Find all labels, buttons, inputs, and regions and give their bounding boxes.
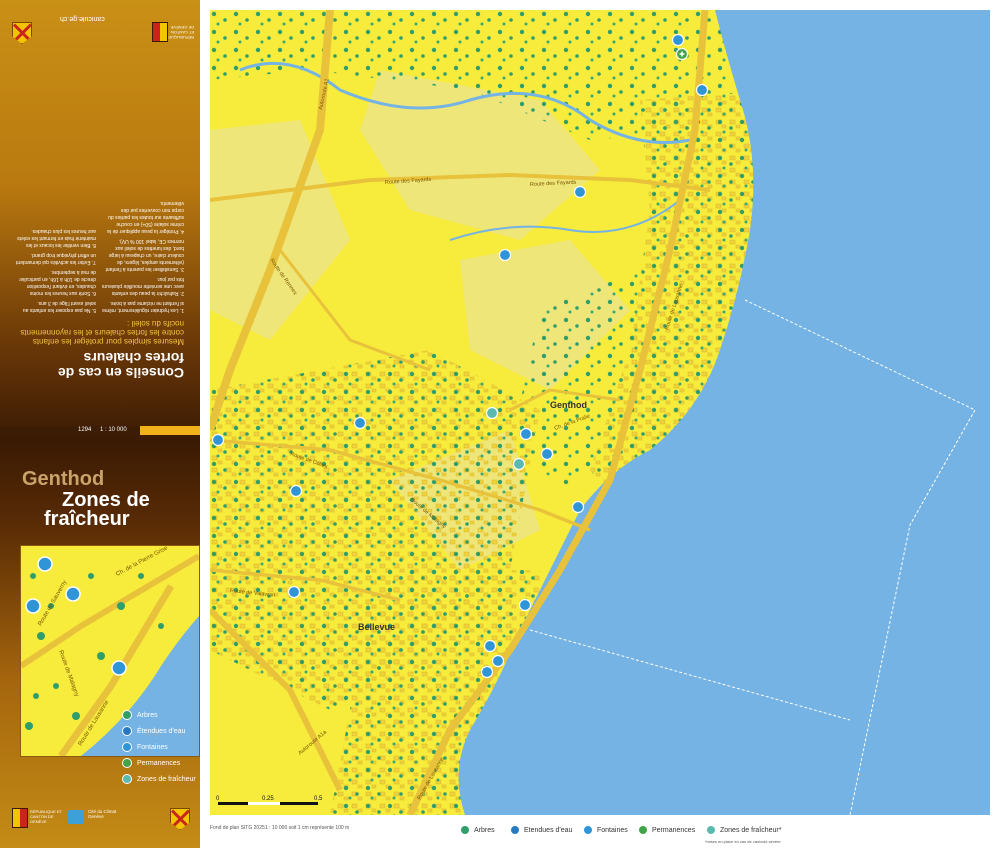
map-number: 1294	[78, 427, 92, 433]
advice-column-left: 1. Les hydrater régulièrement, même si l…	[102, 199, 184, 313]
cool-zone-icon[interactable]	[512, 457, 526, 471]
permanence-marker	[675, 47, 689, 61]
logo-text: RÉPUBLIQUE ET CANTON DE GENÈVE	[168, 25, 194, 40]
advice-item: 2. Rafraîchir la peau des enfants avec u…	[102, 276, 184, 296]
advice-block: Conseils en cas de fortes chaleurs Mesur…	[8, 150, 194, 381]
advice-subtitle: Mesures simples pour protéger les enfant…	[20, 319, 184, 346]
advice-item: 1. Les hydrater régulièrement, même si l…	[102, 300, 184, 313]
plus-cross-icon	[638, 825, 648, 835]
fountain-icon[interactable]	[498, 248, 512, 262]
map-svg: Autoroute A1 Route des Fayards Route de …	[210, 10, 990, 815]
main-title-line2: fraîcheur	[44, 508, 130, 530]
plus-cross-icon	[122, 758, 132, 768]
fountain-icon	[583, 825, 593, 835]
fountain-icon[interactable]	[211, 433, 225, 447]
legend-row-water: Étendues d'eau	[122, 726, 185, 736]
fountain-icon[interactable]	[573, 185, 587, 199]
advice-item: 7. Éviter les activités qui demandent un…	[15, 252, 96, 265]
legend-label: Permanences	[652, 826, 696, 834]
title-block: Genthod Zones de fraîcheur	[22, 468, 150, 529]
legend-row-trees: Arbres	[122, 710, 158, 720]
advice-title: Conseils en cas de fortes chaleurs	[57, 350, 184, 381]
geneva-coat-of-arms-icon	[152, 22, 168, 42]
website-label: canicule.ge.ch	[60, 15, 105, 22]
map-number-band: 1294 1 : 10 000	[0, 426, 200, 435]
legend-label: Etendues d'eau	[524, 826, 573, 834]
advice-columns: 1. Les hydrater régulièrement, même si l…	[8, 199, 184, 313]
fountain-icon[interactable]	[289, 484, 303, 498]
cool-zone-icon	[706, 825, 716, 835]
scalebar-label: 0.25	[262, 796, 274, 802]
fountain-icon	[122, 742, 132, 752]
legend-label: Fontaines	[137, 743, 168, 751]
sidebar-legend: Arbres Étendues d'eau Fontaines Permanen…	[92, 700, 200, 792]
footer-scale-note: 1 : 10 000 soit 1 cm représente 100 m	[265, 825, 350, 831]
fountain-icon[interactable]	[480, 665, 494, 679]
scalebar-label: 0.5	[314, 796, 323, 802]
legend-label: Arbres	[137, 711, 158, 719]
legend-label: Zones de fraîcheur*	[720, 826, 782, 834]
cool-zone-icon	[122, 774, 132, 784]
info-sidebar: canicule.ge.ch RÉPUBLIQUE ET CANTON DE G…	[0, 0, 200, 848]
advice-item: 4. Protéger la peau appliquer de la crèm…	[107, 200, 184, 234]
fountain-icon[interactable]	[483, 639, 497, 653]
fountain-icon[interactable]	[518, 598, 532, 612]
main-map: Autoroute A1 Route des Fayards Route de …	[210, 10, 990, 815]
advice-column-right: 5. Ne pas exposer les enfants au soleil …	[14, 199, 96, 313]
legend-row-permanences: Permanences	[122, 758, 180, 768]
canton-shield-icon	[170, 808, 190, 830]
canton-logo: RÉPUBLIQUE ET CANTON DE GENÈVE	[150, 14, 194, 44]
footer-legend-trees: Arbres	[460, 825, 495, 835]
scalebar-segment	[248, 802, 280, 805]
fountain-icon[interactable]	[491, 654, 505, 668]
place-label-genthod: Genthod	[550, 400, 587, 410]
fountain-icon[interactable]	[540, 447, 554, 461]
footer-legend-permanences: Permanences	[638, 825, 695, 835]
tree-icon	[460, 825, 470, 835]
climate-logo-text: Cité du Climat Genève	[88, 809, 117, 819]
town-name: Genthod	[22, 468, 105, 490]
fountain-icon[interactable]	[671, 33, 685, 47]
fountain-icon[interactable]	[695, 83, 709, 97]
legend-row-cool-zones: Zones de fraîcheur	[122, 774, 196, 784]
republic-logo-icon	[12, 808, 28, 828]
advice-item: 5. Ne pas exposer les enfants au soleil …	[22, 300, 96, 313]
fountain-icon[interactable]	[287, 585, 301, 599]
fountain-icon[interactable]	[519, 427, 533, 441]
legend-label: Permanences	[137, 759, 181, 767]
advice-item: 3. Sensibiliser les parents à l'enfant (…	[105, 238, 185, 272]
sidebar-header: canicule.ge.ch RÉPUBLIQUE ET CANTON DE G…	[0, 0, 200, 50]
water-icon	[510, 825, 520, 835]
advice-item: 8. Bien ventiler les locaux et les maint…	[17, 228, 96, 248]
legend-row-fountains: Fontaines	[122, 742, 168, 752]
republic-logo-text: RÉPUBLIQUE ET CANTON DE GENÈVE	[30, 809, 62, 824]
footer-note: *mises en place en cas de canicule sévèr…	[705, 839, 781, 844]
map-scale: 1 : 10 000	[100, 427, 127, 433]
map-footer: Fond de plan SITG 2025 1 : 10 000 soit 1…	[210, 815, 990, 848]
place-label-bellevue: Bellevue	[358, 622, 395, 632]
legend-label: Fontaines	[597, 826, 628, 834]
legend-label: Arbres	[474, 826, 495, 834]
legend-label: Étendues d'eau	[137, 727, 186, 735]
climate-logo-icon	[68, 810, 84, 824]
footer-legend-water: Etendues d'eau	[510, 825, 572, 835]
fountain-icon[interactable]	[353, 416, 367, 430]
footer-logos: RÉPUBLIQUE ET CANTON DE GENÈVE Cité du C…	[10, 806, 195, 832]
cool-zone-icon[interactable]	[485, 406, 499, 420]
canton-shield-icon	[12, 22, 32, 44]
footer-legend-cool-zones: Zones de fraîcheur*	[706, 825, 781, 835]
footer-credit: Fond de plan SITG 2025	[210, 825, 265, 831]
water-icon	[122, 726, 132, 736]
tree-icon	[122, 710, 132, 720]
advice-item: 6. Sortir aux heures les moins chaudes, …	[19, 269, 96, 296]
legend-label: Zones de fraîcheur	[137, 775, 196, 783]
fountain-icon[interactable]	[571, 500, 585, 514]
footer-legend-fountains: Fontaines	[583, 825, 628, 835]
